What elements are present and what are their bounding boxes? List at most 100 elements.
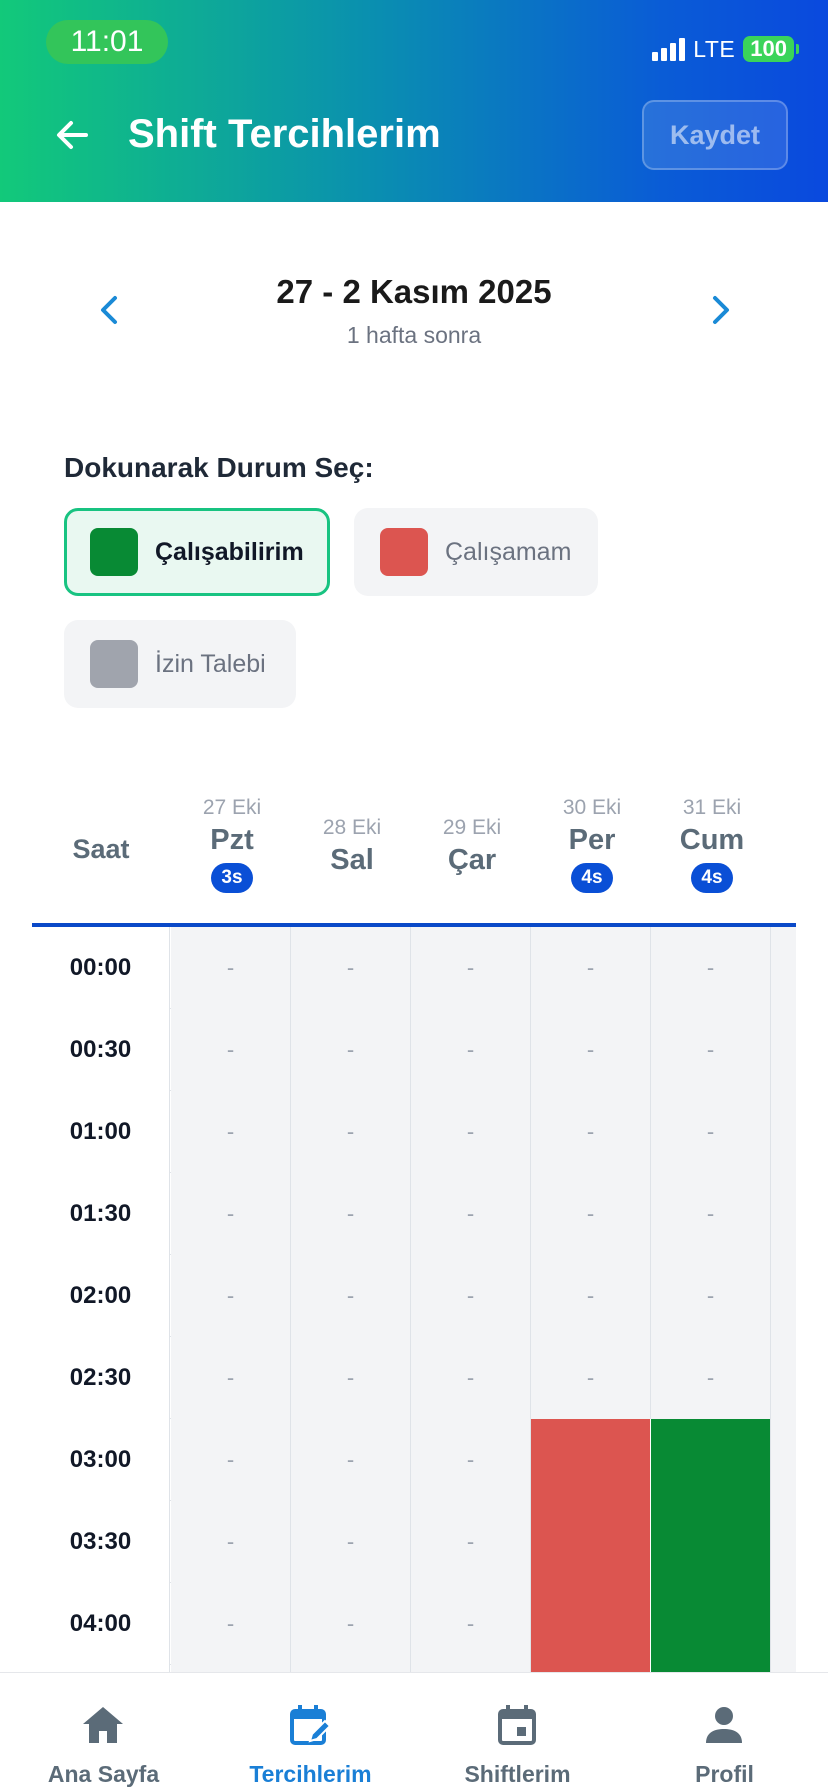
schedule-cell-overflow[interactable] — [771, 1255, 796, 1337]
schedule-cell-overflow[interactable] — [771, 1337, 796, 1419]
schedule-cell[interactable]: - — [651, 1337, 771, 1419]
time-slot-label: 03:00 — [32, 1419, 170, 1501]
chevron-right-icon — [713, 296, 729, 324]
hours-badge: 3s — [211, 863, 253, 893]
day-date: 29 Eki — [442, 816, 502, 839]
schedule-cell[interactable] — [651, 1419, 771, 1501]
day-header-fri[interactable]: 31 Eki Cum 4s — [652, 796, 772, 893]
schedule-cell[interactable]: - — [171, 1501, 291, 1583]
next-week-button[interactable] — [702, 292, 738, 328]
day-header-mon[interactable]: 27 Eki Pzt 3s — [172, 796, 292, 893]
schedule-cell[interactable]: - — [651, 1009, 771, 1091]
status-option-label: Çalışamam — [445, 537, 572, 566]
day-name: Çar — [447, 844, 497, 876]
schedule-grid-header: Saat 27 Eki Pzt 3s 28 Eki Sal 29 Eki Çar… — [32, 780, 796, 924]
schedule-cell[interactable]: - — [531, 1173, 651, 1255]
schedule-row: 01:30- - - - - — [32, 1173, 796, 1255]
schedule-cell[interactable]: - — [651, 1255, 771, 1337]
schedule-cell[interactable]: - — [291, 1255, 411, 1337]
day-name: Sal — [330, 844, 374, 876]
schedule-cell[interactable]: - — [171, 1419, 291, 1501]
available-color-swatch — [90, 528, 138, 576]
schedule-cell[interactable] — [531, 1583, 651, 1665]
schedule-cell[interactable]: - — [171, 1583, 291, 1665]
schedule-cell[interactable]: - — [291, 1091, 411, 1173]
schedule-cell[interactable]: - — [171, 1091, 291, 1173]
time-slot-label: 01:30 — [32, 1173, 170, 1255]
schedule-cell[interactable]: - — [291, 1583, 411, 1665]
battery-icon: 100 — [743, 36, 799, 62]
home-icon — [83, 1707, 123, 1743]
schedule-cell-overflow[interactable] — [771, 1091, 796, 1173]
schedule-cell[interactable]: - — [171, 1173, 291, 1255]
schedule-cell[interactable] — [651, 1501, 771, 1583]
schedule-cell[interactable]: - — [291, 927, 411, 1009]
schedule-cell[interactable]: - — [291, 1173, 411, 1255]
schedule-row: 03:00- - - — [32, 1419, 796, 1501]
status-selector-label: Dokunarak Durum Seç: — [64, 452, 374, 483]
schedule-cell[interactable]: - — [531, 1255, 651, 1337]
status-indicators: LTE 100 — [652, 34, 799, 64]
arrow-left-icon — [57, 121, 88, 149]
schedule-cell[interactable]: - — [171, 927, 291, 1009]
schedule-cell[interactable]: - — [171, 1255, 291, 1337]
schedule-cell-overflow[interactable] — [771, 1583, 796, 1665]
schedule-cell[interactable]: - — [531, 1337, 651, 1419]
schedule-cell[interactable]: - — [411, 1337, 531, 1419]
schedule-cell[interactable]: - — [171, 1009, 291, 1091]
tab-profile[interactable]: Profil — [621, 1673, 828, 1792]
status-option-label: İzin Talebi — [155, 649, 266, 678]
schedule-row: 01:00- - - - - — [32, 1091, 796, 1173]
schedule-cell-overflow[interactable] — [771, 1173, 796, 1255]
schedule-cell[interactable]: - — [411, 1091, 531, 1173]
calendar-icon — [498, 1705, 536, 1745]
hours-badge: 4s — [691, 863, 733, 893]
schedule-cell[interactable]: - — [531, 1009, 651, 1091]
schedule-cell[interactable]: - — [291, 1419, 411, 1501]
schedule-cell[interactable]: - — [531, 1091, 651, 1173]
schedule-cell[interactable]: - — [411, 1419, 531, 1501]
schedule-cell[interactable]: - — [651, 1173, 771, 1255]
tab-label: Profil — [695, 1761, 754, 1787]
schedule-cell[interactable] — [651, 1583, 771, 1665]
schedule-cell[interactable]: - — [411, 1009, 531, 1091]
schedule-cell[interactable]: - — [291, 1009, 411, 1091]
schedule-cell-overflow[interactable] — [771, 1009, 796, 1091]
back-button[interactable] — [52, 115, 92, 155]
schedule-cell[interactable]: - — [651, 927, 771, 1009]
day-header-thu[interactable]: 30 Eki Per 4s — [532, 796, 652, 893]
schedule-cell[interactable]: - — [291, 1501, 411, 1583]
schedule-cell-overflow[interactable] — [771, 927, 796, 1009]
time-slot-label: 03:30 — [32, 1501, 170, 1583]
schedule-cell[interactable]: - — [651, 1091, 771, 1173]
tab-shifts[interactable]: Shiftlerim — [414, 1673, 621, 1792]
schedule-row: 02:00- - - - - — [32, 1255, 796, 1337]
day-header-tue[interactable]: 28 Eki Sal — [292, 816, 412, 877]
schedule-cell[interactable]: - — [411, 927, 531, 1009]
status-option-unavailable[interactable]: Çalışamam — [354, 508, 598, 596]
schedule-cell[interactable]: - — [411, 1173, 531, 1255]
tab-preferences[interactable]: Tercihlerim — [207, 1673, 414, 1792]
save-button[interactable]: Kaydet — [642, 100, 788, 170]
status-option-available[interactable]: Çalışabilirim — [64, 508, 330, 596]
schedule-cell[interactable]: - — [411, 1583, 531, 1665]
schedule-cell[interactable] — [531, 1419, 651, 1501]
tab-label: Ana Sayfa — [47, 1761, 160, 1787]
schedule-cell-overflow[interactable] — [771, 1501, 796, 1583]
schedule-cell-overflow[interactable] — [771, 1419, 796, 1501]
tab-home[interactable]: Ana Sayfa — [0, 1673, 207, 1792]
tab-label: Tercihlerim — [249, 1761, 372, 1787]
schedule-cell[interactable]: - — [411, 1255, 531, 1337]
schedule-cell[interactable]: - — [531, 927, 651, 1009]
schedule-cell[interactable]: - — [411, 1501, 531, 1583]
schedule-cell[interactable]: - — [171, 1337, 291, 1419]
day-header-wed[interactable]: 29 Eki Çar — [412, 816, 532, 877]
schedule-cell[interactable]: - — [291, 1337, 411, 1419]
schedule-grid: 00:00- - - - -00:30- - - - -01:00- - - - -01:30- - - - -… — [32, 927, 796, 1673]
schedule-cell[interactable] — [531, 1501, 651, 1583]
schedule-row: 00:00- - - - - — [32, 927, 796, 1009]
person-icon — [706, 1707, 742, 1743]
day-name: Cum — [679, 824, 745, 856]
day-date: 27 Eki — [202, 796, 262, 819]
status-option-leave-request[interactable]: İzin Talebi — [64, 620, 296, 708]
